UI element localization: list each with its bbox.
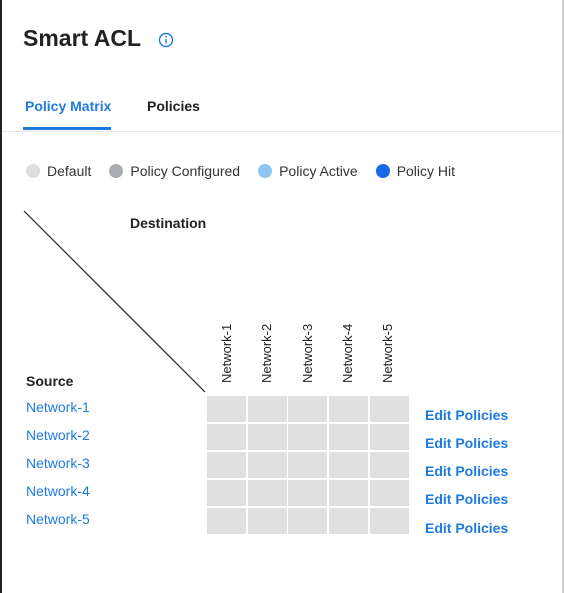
legend: Default Policy Configured Policy Active … [26, 163, 473, 179]
matrix-cell-5-2[interactable] [248, 508, 287, 534]
row-label-network-3[interactable]: Network-3 [26, 455, 90, 471]
matrix-cell-2-3[interactable] [288, 424, 327, 450]
matrix-cell-3-4[interactable] [329, 452, 368, 478]
info-icon[interactable] [158, 32, 174, 48]
matrix-cell-1-2[interactable] [248, 396, 287, 422]
legend-label-policy-configured: Policy Configured [130, 163, 241, 179]
legend-dot-policy-hit [375, 164, 390, 178]
edit-policies-link-network-1[interactable]: Edit Policies [425, 407, 508, 423]
matrix-cell-4-5[interactable] [370, 480, 409, 506]
column-header-network-4: Network-4 [340, 323, 355, 383]
tab-divider [2, 131, 562, 132]
legend-label-policy-hit: Policy Hit [396, 163, 456, 179]
page-title: Smart ACL [23, 25, 141, 51]
legend-item-policy-configured: Policy Configured [109, 163, 240, 179]
edit-policies-link-network-5[interactable]: Edit Policies [425, 520, 508, 536]
row-label-network-5[interactable]: Network-5 [26, 511, 90, 527]
legend-label-default: Default [47, 163, 92, 179]
matrix-cell-2-4[interactable] [329, 424, 368, 450]
matrix-cell-2-2[interactable] [248, 424, 287, 450]
column-header-network-5: Network-5 [380, 323, 395, 383]
column-header-network-3: Network-3 [300, 323, 315, 383]
matrix-cell-2-1[interactable] [207, 424, 246, 450]
tab-policies[interactable]: Policies [147, 98, 200, 114]
matrix-cell-5-4[interactable] [329, 508, 368, 534]
matrix-cell-4-4[interactable] [329, 480, 368, 506]
matrix-cell-3-2[interactable] [248, 452, 287, 478]
column-header-network-2: Network-2 [259, 323, 274, 383]
matrix-cell-4-1[interactable] [207, 480, 246, 506]
edit-policies-link-network-2[interactable]: Edit Policies [425, 435, 508, 451]
matrix-cell-1-5[interactable] [370, 396, 409, 422]
legend-item-policy-hit: Policy Hit [375, 163, 456, 179]
matrix-cell-4-2[interactable] [248, 480, 287, 506]
source-label: Source [26, 373, 74, 389]
matrix-cell-5-1[interactable] [207, 508, 246, 534]
matrix-cell-4-3[interactable] [288, 480, 327, 506]
matrix-cell-1-1[interactable] [207, 396, 246, 422]
matrix-cell-3-1[interactable] [207, 452, 246, 478]
matrix-cell-5-5[interactable] [370, 508, 409, 534]
tab-policy-matrix[interactable]: Policy Matrix [25, 98, 111, 114]
legend-dot-policy-active [258, 164, 273, 178]
matrix-cell-3-3[interactable] [288, 452, 327, 478]
legend-item-policy-active: Policy Active [258, 163, 358, 179]
matrix-cell-1-3[interactable] [288, 396, 327, 422]
matrix-cell-5-3[interactable] [288, 508, 327, 534]
legend-label-policy-active: Policy Active [279, 163, 358, 179]
row-label-network-4[interactable]: Network-4 [26, 483, 90, 499]
edit-policies-link-network-3[interactable]: Edit Policies [425, 463, 508, 479]
row-label-network-2[interactable]: Network-2 [26, 427, 90, 443]
left-border [0, 0, 2, 593]
legend-dot-default [26, 164, 40, 178]
edit-policies-link-network-4[interactable]: Edit Policies [425, 491, 508, 507]
active-tab-indicator [23, 127, 111, 130]
legend-item-default: Default [26, 163, 91, 179]
matrix-cell-2-5[interactable] [370, 424, 409, 450]
legend-dot-policy-configured [109, 164, 124, 178]
matrix-cell-3-5[interactable] [370, 452, 409, 478]
row-label-network-1[interactable]: Network-1 [26, 399, 90, 415]
matrix-cell-1-4[interactable] [329, 396, 368, 422]
column-header-network-1: Network-1 [219, 323, 234, 383]
destination-label: Destination [130, 215, 207, 231]
